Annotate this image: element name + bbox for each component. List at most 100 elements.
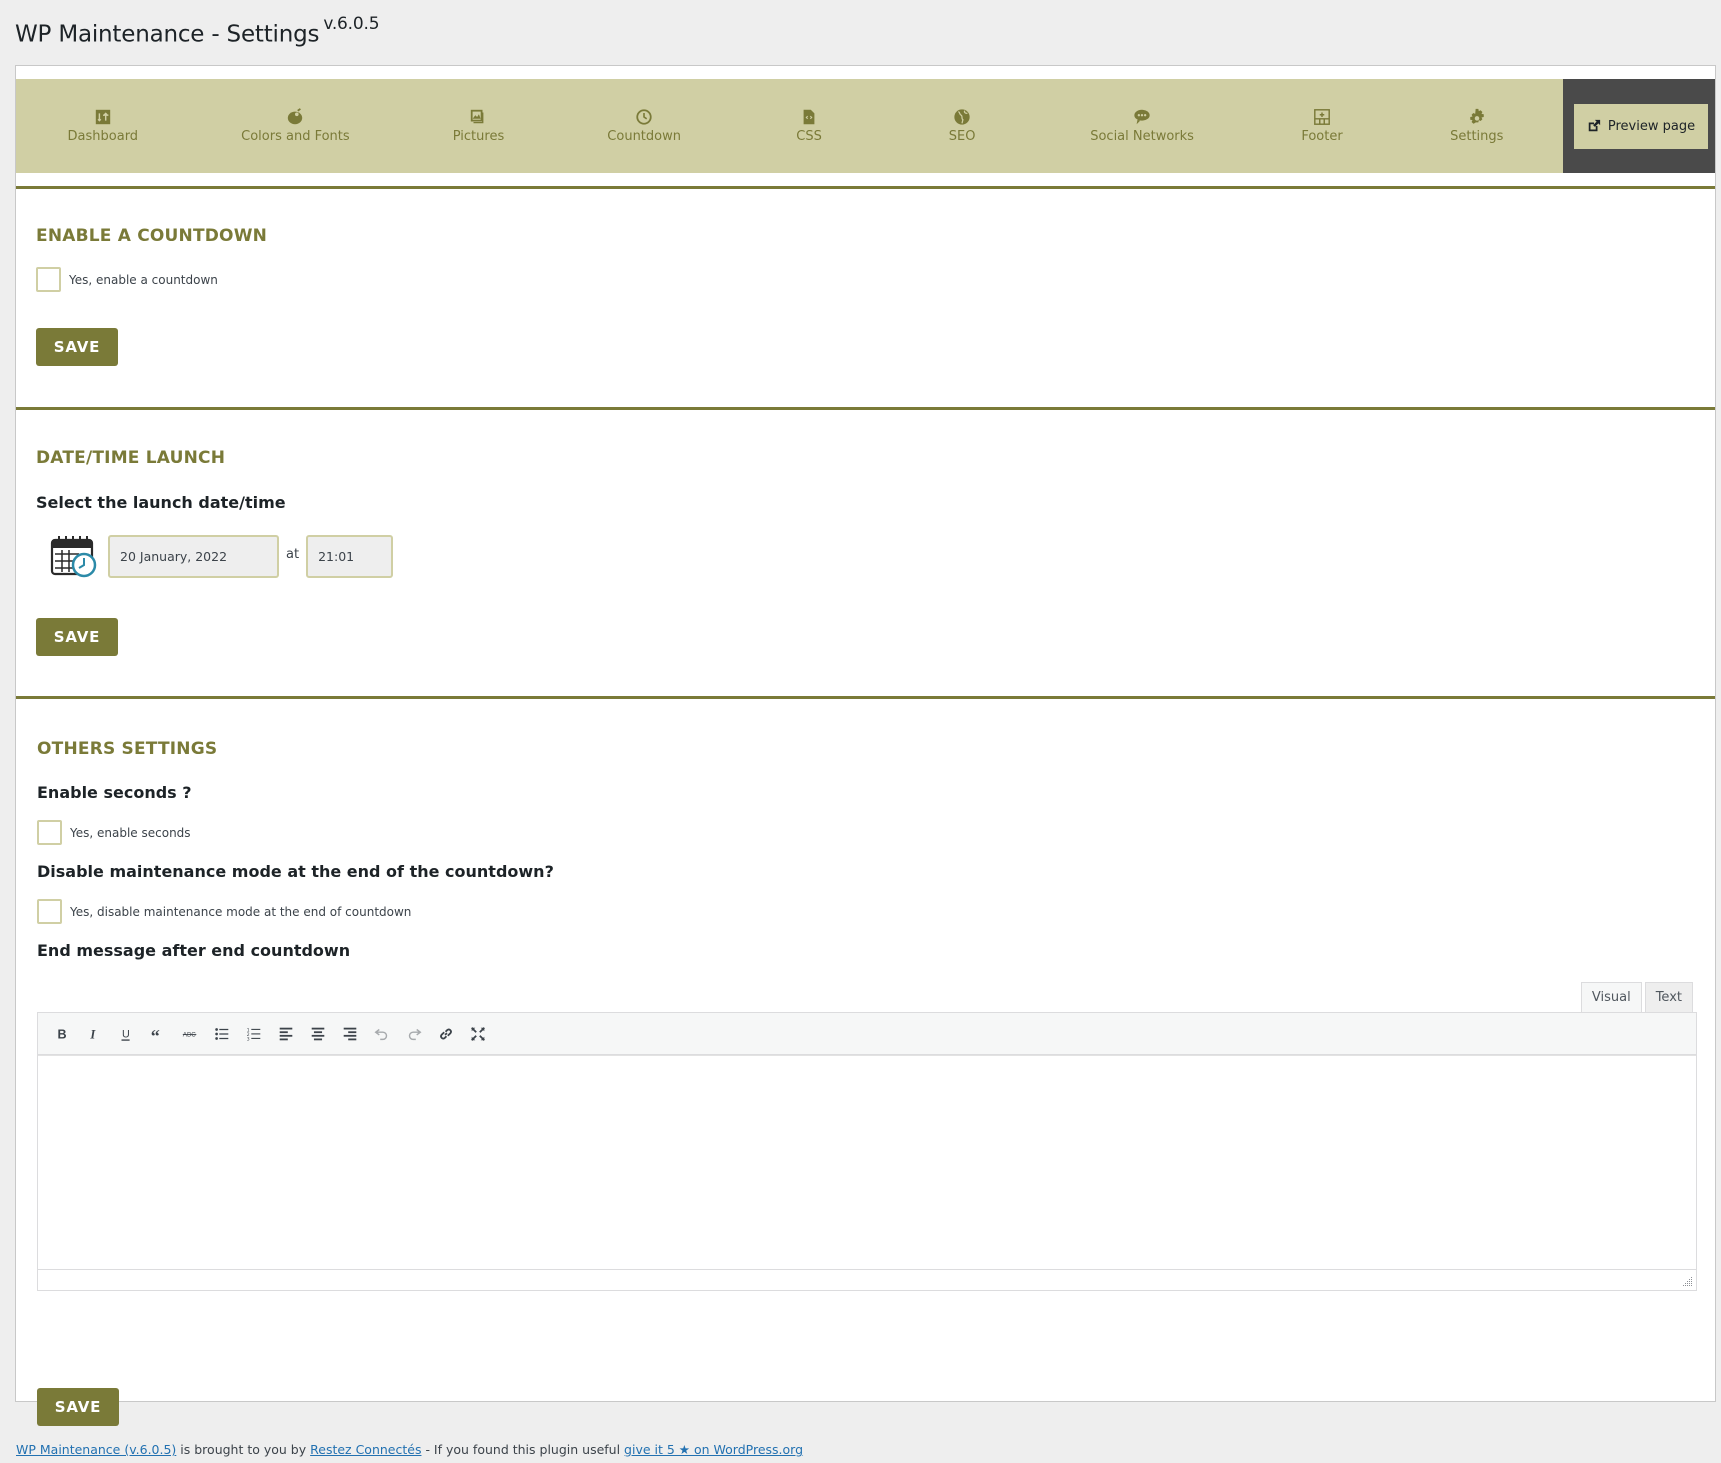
editor-mode-tabs: Visual Text xyxy=(1580,982,1693,1012)
preview-page-label: Preview page xyxy=(1607,118,1696,134)
align-left-button[interactable] xyxy=(270,1018,302,1050)
save-others-button[interactable]: SAVE xyxy=(37,1388,119,1426)
chat-bubble-icon xyxy=(1133,108,1151,126)
credits-text-2: - If you found this plugin useful xyxy=(421,1442,625,1457)
editor-toolbar: B I U “ ABC 123 xyxy=(38,1013,1696,1055)
enable-seconds-question: Enable seconds ? xyxy=(37,783,192,802)
pictures-icon xyxy=(469,108,487,126)
align-center-button[interactable] xyxy=(302,1018,334,1050)
disable-maintenance-checkbox[interactable] xyxy=(37,899,62,924)
svg-text:B: B xyxy=(58,1027,67,1041)
undo-button[interactable] xyxy=(366,1018,398,1050)
bold-icon: B xyxy=(58,1027,67,1041)
enable-countdown-checkbox[interactable] xyxy=(36,267,61,292)
bold-button[interactable]: B xyxy=(46,1018,78,1050)
tab-dashboard[interactable]: Dashboard xyxy=(48,79,159,173)
launch-date-input[interactable] xyxy=(108,534,279,578)
numbered-list-icon: 123 xyxy=(247,1027,261,1042)
editor-content-area[interactable] xyxy=(38,1055,1696,1270)
tab-label: SEO xyxy=(948,129,976,144)
clock-icon xyxy=(635,108,653,126)
align-right-button[interactable] xyxy=(334,1018,366,1050)
enable-seconds-label: Yes, enable seconds xyxy=(70,825,191,840)
countdown-section: ENABLE A COUNTDOWN Yes, enable a countdo… xyxy=(16,186,1715,407)
tab-label: Footer xyxy=(1301,129,1343,144)
fullscreen-icon xyxy=(471,1026,485,1041)
credits-text-1: is brought to you by xyxy=(176,1442,311,1457)
svg-text:3: 3 xyxy=(247,1036,250,1042)
launch-date-prompt: Select the launch date/time xyxy=(36,493,286,512)
datetime-row: at xyxy=(50,534,394,578)
dashboard-icon xyxy=(94,108,112,126)
tab-countdown[interactable]: Countdown xyxy=(587,79,701,173)
css-file-icon xyxy=(800,108,818,126)
end-message-editor: B I U “ ABC 123 xyxy=(37,1012,1697,1291)
footer-credits: WP Maintenance (v.6.0.5) is brought to y… xyxy=(16,1442,803,1457)
tab-footer[interactable]: Footer xyxy=(1277,79,1367,173)
preview-zone: Preview page xyxy=(1563,79,1715,173)
italic-button[interactable]: I xyxy=(78,1018,110,1050)
disable-maintenance-label: Yes, disable maintenance mode at the end… xyxy=(70,904,412,919)
quote-icon: “ xyxy=(151,1026,160,1043)
others-heading: OTHERS SETTINGS xyxy=(37,739,218,759)
enable-countdown-label: Yes, enable a countdown xyxy=(69,272,218,287)
footer-layout-icon xyxy=(1313,108,1331,126)
end-message-label: End message after end countdown xyxy=(37,941,351,960)
undo-icon xyxy=(374,1028,388,1040)
tab-label: Dashboard xyxy=(67,129,139,144)
enable-seconds-row: Yes, enable seconds xyxy=(37,820,191,845)
strikethrough-button[interactable]: ABC xyxy=(174,1018,206,1050)
blockquote-button[interactable]: “ xyxy=(142,1018,174,1050)
bulleted-list-icon xyxy=(215,1027,229,1040)
svg-text:ABC: ABC xyxy=(183,1031,196,1038)
align-left-icon xyxy=(279,1027,293,1040)
tab-css[interactable]: CSS xyxy=(764,79,854,173)
enable-seconds-checkbox[interactable] xyxy=(37,820,62,845)
rate-plugin-link[interactable]: give it 5 ★ on WordPress.org xyxy=(624,1442,803,1457)
underline-icon: U xyxy=(121,1028,130,1041)
author-link[interactable]: Restez Connectés xyxy=(310,1442,421,1457)
tab-label: Colors and Fonts xyxy=(241,129,350,144)
tab-label: CSS xyxy=(796,129,822,144)
launch-time-input[interactable] xyxy=(306,534,394,578)
external-link-icon xyxy=(1588,119,1601,132)
text-tab[interactable]: Text xyxy=(1644,982,1693,1012)
redo-button[interactable] xyxy=(398,1018,430,1050)
disable-maintenance-row: Yes, disable maintenance mode at the end… xyxy=(37,899,411,924)
svg-text:“: “ xyxy=(151,1026,160,1043)
version-label: v.6.0.5 xyxy=(323,14,380,34)
redo-icon xyxy=(408,1028,422,1040)
resize-handle-icon[interactable] xyxy=(1683,1277,1693,1287)
tab-seo[interactable]: SEO xyxy=(917,79,1007,173)
tab-colors-and-fonts[interactable]: Colors and Fonts xyxy=(221,79,370,173)
insert-link-button[interactable] xyxy=(430,1018,462,1050)
fullscreen-button[interactable] xyxy=(462,1018,494,1050)
datetime-section: DATE/TIME LAUNCH Select the launch date/… xyxy=(16,407,1715,696)
bulleted-list-button[interactable] xyxy=(206,1018,238,1050)
tab-settings[interactable]: Settings xyxy=(1430,79,1523,173)
save-countdown-button[interactable]: SAVE xyxy=(36,328,118,366)
tab-label: Settings xyxy=(1450,129,1504,144)
at-label: at xyxy=(286,546,300,562)
calendar-clock-icon xyxy=(50,536,97,578)
underline-button[interactable]: U xyxy=(110,1018,142,1050)
disable-maintenance-question: Disable maintenance mode at the end of t… xyxy=(37,862,554,881)
plugin-link[interactable]: WP Maintenance (v.6.0.5) xyxy=(16,1442,176,1457)
page-title-text: WP Maintenance - Settings xyxy=(15,21,320,48)
enable-countdown-row: Yes, enable a countdown xyxy=(36,267,218,292)
tab-pictures[interactable]: Pictures xyxy=(433,79,524,173)
align-center-icon xyxy=(311,1027,325,1040)
editor-status-bar xyxy=(38,1270,1696,1290)
preview-page-button[interactable]: Preview page xyxy=(1573,103,1709,149)
visual-tab[interactable]: Visual xyxy=(1580,982,1642,1012)
tab-social-networks[interactable]: Social Networks xyxy=(1070,79,1214,173)
gear-icon xyxy=(1468,108,1486,126)
tab-label: Pictures xyxy=(452,129,505,144)
numbered-list-button[interactable]: 123 xyxy=(238,1018,270,1050)
svg-text:I: I xyxy=(89,1027,96,1041)
align-right-icon xyxy=(343,1027,357,1040)
svg-text:U: U xyxy=(122,1028,130,1040)
save-datetime-button[interactable]: SAVE xyxy=(36,618,118,656)
link-icon xyxy=(440,1028,452,1039)
countdown-heading: ENABLE A COUNTDOWN xyxy=(36,226,268,246)
